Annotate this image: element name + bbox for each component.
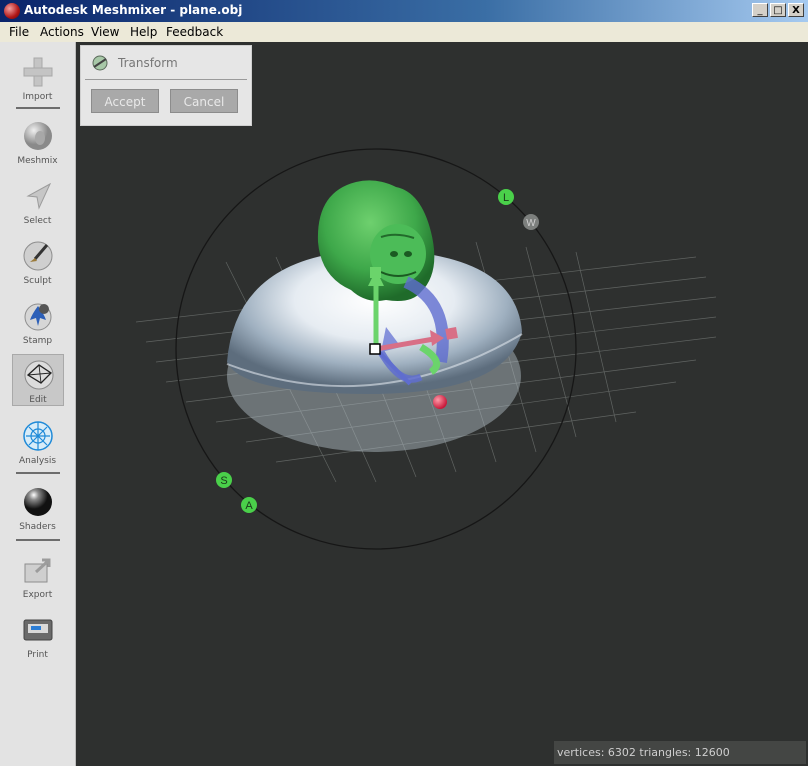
tool-print[interactable]: Print	[0, 610, 75, 668]
window-title: Autodesk Meshmixer - plane.obj	[24, 3, 243, 17]
y-scale-handle[interactable]	[370, 267, 381, 278]
frame-label-L[interactable]: L	[498, 189, 514, 205]
tool-label: Stamp	[22, 336, 53, 346]
tool-sidebar: Import Meshmix Select Sculpt Stamp Edit …	[0, 42, 76, 766]
svg-text:A: A	[245, 500, 253, 512]
printer-icon	[23, 619, 53, 641]
menu-help[interactable]: Help	[130, 25, 157, 39]
x-scale-handle[interactable]	[445, 327, 458, 340]
pivot-ball-handle[interactable]	[433, 395, 447, 409]
stamp-icon	[24, 303, 52, 331]
accept-button[interactable]: Accept	[91, 89, 159, 113]
tool-edit[interactable]: Edit	[12, 354, 64, 406]
select-arrow-icon	[26, 182, 52, 210]
tool-export[interactable]: Export	[0, 550, 75, 608]
app-window: Autodesk Meshmixer - plane.obj _ □ X Fil…	[0, 0, 808, 766]
tool-select[interactable]: Select	[0, 176, 75, 234]
cancel-button[interactable]: Cancel	[170, 89, 238, 113]
tool-label: Select	[23, 216, 52, 226]
transform-panel: Transform Accept Cancel	[80, 45, 252, 126]
tool-meshmix[interactable]: Meshmix	[0, 116, 75, 174]
tool-import[interactable]: Import	[0, 52, 75, 110]
svg-text:W: W	[526, 218, 536, 229]
sidebar-divider	[16, 539, 60, 541]
tool-label: Export	[22, 590, 53, 600]
panel-divider	[85, 79, 247, 80]
meshmix-icon	[24, 122, 52, 150]
menu-actions[interactable]: Actions	[40, 25, 84, 39]
svg-text:L: L	[503, 192, 509, 204]
frame-label-S[interactable]: S	[216, 472, 232, 488]
menu-feedback[interactable]: Feedback	[166, 25, 223, 39]
tool-stamp[interactable]: Stamp	[0, 296, 75, 354]
frame-label-A[interactable]: A	[241, 497, 257, 513]
meshmixer-logo-icon	[4, 3, 20, 19]
tool-analysis[interactable]: Analysis	[0, 416, 75, 474]
panel-title: Transform	[118, 56, 178, 70]
tool-label: Shaders	[19, 522, 56, 532]
minimize-button[interactable]: _	[752, 3, 768, 17]
menu-bar: File Actions View Help Feedback	[0, 22, 808, 42]
shader-sphere-icon	[24, 488, 52, 516]
tool-shaders[interactable]: Shaders	[0, 482, 75, 540]
tool-label: Edit	[29, 395, 47, 405]
svg-text:S: S	[220, 475, 227, 487]
maximize-button[interactable]: □	[770, 3, 786, 17]
tool-sculpt[interactable]: Sculpt	[0, 236, 75, 294]
tool-label: Print	[27, 650, 48, 660]
plus-icon	[23, 57, 53, 87]
status-bar: vertices: 6302 triangles: 12600	[554, 741, 806, 764]
analysis-icon	[23, 421, 53, 451]
tool-label: Meshmix	[17, 156, 58, 166]
title-bar[interactable]: Autodesk Meshmixer - plane.obj _ □ X	[0, 0, 808, 22]
frame-label-W[interactable]: W	[523, 214, 539, 230]
3d-viewport[interactable]: L W S A	[76, 42, 808, 766]
menu-file[interactable]: File	[9, 25, 29, 39]
close-button[interactable]: X	[788, 3, 804, 17]
scene-canvas[interactable]: L W S A	[76, 42, 808, 766]
export-icon	[24, 558, 51, 583]
transform-icon	[92, 55, 108, 71]
sidebar-divider	[16, 472, 60, 474]
tool-label: Import	[22, 92, 53, 102]
sidebar-divider	[16, 107, 60, 109]
edit-icon	[24, 360, 54, 390]
tool-label: Analysis	[18, 456, 57, 466]
gizmo-center-handle[interactable]	[369, 343, 381, 355]
tool-label: Sculpt	[23, 276, 52, 286]
menu-view[interactable]: View	[91, 25, 119, 39]
brush-icon	[23, 241, 53, 271]
